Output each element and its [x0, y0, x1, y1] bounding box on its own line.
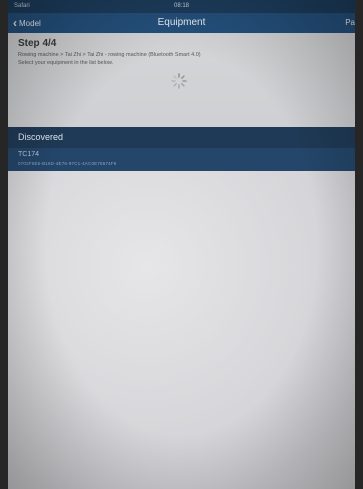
step-title: Step 4/4: [18, 38, 57, 49]
device-id: 0702F6E5-B16D-4E76-97C1-4AC0E78674F9: [18, 161, 117, 166]
device-name: TC174: [18, 151, 40, 158]
step-panel: Step 4/4 Rowing machine > Tai Zhi > Tai …: [8, 33, 355, 127]
step-description: Rowing machine > Tai Zhi > Tai Zhi - row…: [18, 51, 201, 67]
app-screen: Safari 08:18 ‹ Model Equipment Pa Step 4…: [8, 0, 355, 489]
navigation-bar: ‹ Model Equipment Pa: [8, 13, 355, 33]
nav-right-button[interactable]: Pa: [345, 18, 355, 27]
status-time: 08:18: [173, 3, 189, 9]
step-path: Rowing machine > Tai Zhi > Tai Zhi - row…: [18, 52, 201, 58]
section-title: Discovered: [18, 132, 64, 142]
device-list-item[interactable]: TC174 0702F6E5-B16D-4E76-97C1-4AC0E78674…: [8, 148, 355, 171]
discovered-section-header: Discovered: [8, 127, 355, 148]
status-bar: Safari 08:18: [8, 0, 355, 13]
loading-spinner-icon: [171, 73, 187, 89]
page-title: Equipment: [157, 17, 206, 28]
step-instruction: Select your equipment in the list below.: [18, 60, 114, 66]
empty-list-area: [8, 171, 355, 489]
